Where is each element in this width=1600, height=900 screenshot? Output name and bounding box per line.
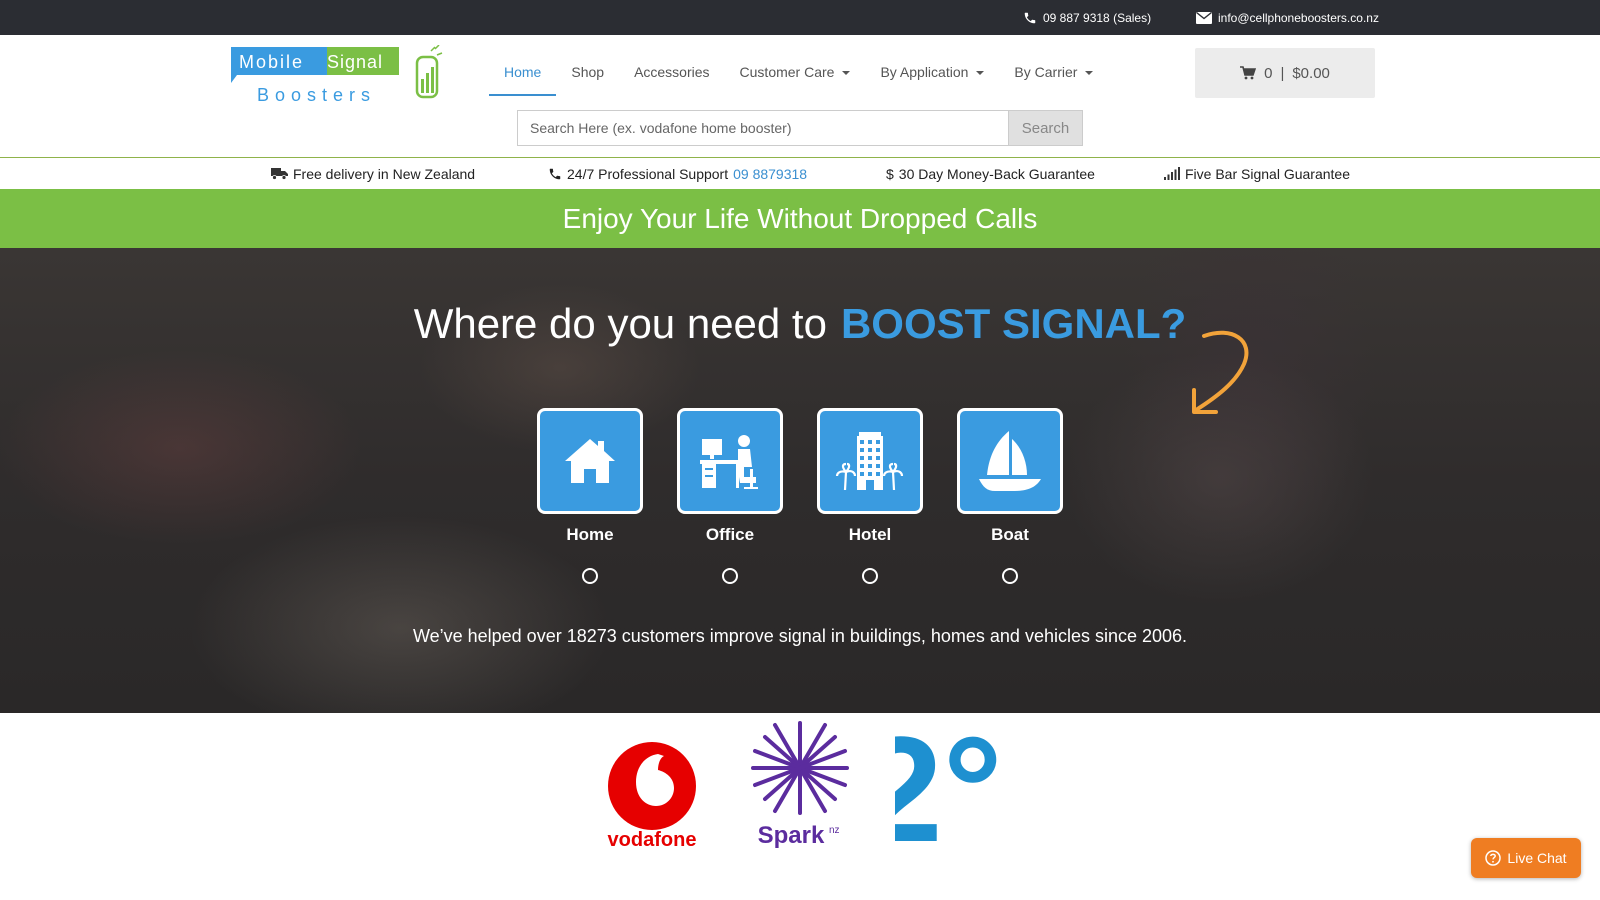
site-header: Mobile Signal Boosters Home Shop Accesso… — [0, 35, 1600, 158]
application-office-label: Office — [705, 525, 755, 544]
application-home[interactable]: Home — [537, 408, 643, 584]
carrier-logos: vodafone Spark nz 2° — [0, 713, 1600, 900]
contact-email[interactable]: info@cellphoneboosters.co.nz — [1196, 0, 1379, 35]
search-input[interactable] — [517, 110, 1008, 146]
signal-bars-logo-icon — [415, 44, 443, 99]
application-boat-label: Boat — [991, 525, 1029, 544]
application-home-tile[interactable] — [537, 408, 643, 514]
nav-accessories[interactable]: Accessories — [619, 48, 724, 96]
application-hotel-radio[interactable] — [862, 568, 878, 584]
hotel-building-icon — [835, 432, 904, 491]
logo-word-mobile: Mobile — [239, 52, 304, 72]
two-degrees-wordmark: 2° — [895, 713, 1003, 853]
nav-home-label: Home — [504, 64, 542, 80]
logo-word-boosters: Boosters — [257, 85, 376, 105]
search-button[interactable]: Search — [1008, 110, 1083, 146]
delivery-truck-icon — [271, 168, 288, 180]
hero-title-text: Where do you need to — [413, 300, 827, 347]
feature-support-text: 24/7 Professional Support — [567, 165, 729, 182]
nav-accessories-label: Accessories — [634, 64, 710, 80]
nav-shop-label: Shop — [571, 64, 605, 80]
spark-nz-wordmark: nz — [829, 825, 840, 836]
sales-phone-text: 09 887 9318 (Sales) — [1043, 10, 1152, 25]
application-office-radio[interactable] — [722, 568, 738, 584]
contact-email-text: info@cellphoneboosters.co.nz — [1218, 10, 1379, 25]
cart-button[interactable]: 0 | $0.00 — [1195, 48, 1375, 98]
application-home-radio[interactable] — [582, 568, 598, 584]
feature-guarantee-text: 30 Day Money-Back Guarantee — [898, 165, 1095, 182]
nav-by-carrier-label: By Carrier — [1014, 64, 1078, 80]
search-form: Search — [517, 110, 1083, 146]
nav-by-application-label: By Application — [880, 64, 969, 80]
live-chat-button[interactable]: Live Chat — [1471, 838, 1581, 878]
sailboat-icon — [979, 431, 1041, 491]
logo-word-signal: Signal — [327, 52, 383, 72]
hero-subtitle: We’ve helped over 18273 customers improv… — [412, 626, 1188, 646]
application-hotel-label: Hotel — [848, 525, 892, 544]
support-phone-link[interactable]: 09 8879318 — [733, 166, 807, 182]
tagline-text: Enjoy Your Life Without Dropped Calls — [562, 202, 1038, 234]
two-degrees-logo[interactable]: 2° — [895, 713, 1005, 853]
caret-down-icon — [842, 71, 851, 75]
application-hotel-tile[interactable] — [817, 408, 923, 514]
top-bar: 09 887 9318 (Sales) info@cellphonebooste… — [0, 0, 1600, 35]
feature-signal: Five Bar Signal Guarantee — [1164, 158, 1350, 189]
application-selector: Home Office Hotel Boat — [537, 408, 1065, 608]
application-boat[interactable]: Boat — [957, 408, 1063, 584]
application-office-tile[interactable] — [677, 408, 783, 514]
dollar-icon: $ — [886, 165, 894, 182]
cart-separator: | — [1280, 64, 1285, 82]
nav-by-application[interactable]: By Application — [865, 48, 999, 96]
signal-bars-icon — [1164, 167, 1180, 180]
curved-arrow-icon — [1192, 330, 1249, 414]
cart-total: $0.00 — [1292, 64, 1330, 82]
shopping-cart-icon — [1240, 66, 1257, 80]
tagline-banner: Enjoy Your Life Without Dropped Calls — [0, 189, 1600, 248]
hero-section: Where do you need to BOOST SIGNAL? Home — [0, 248, 1600, 713]
vodafone-logo[interactable]: vodafone — [600, 740, 705, 850]
phone-icon — [549, 168, 561, 179]
hero-title: Where do you need to BOOST SIGNAL? — [0, 300, 1600, 348]
application-office[interactable]: Office — [677, 408, 783, 584]
feature-delivery: Free delivery in New Zealand — [271, 158, 475, 189]
caret-down-icon — [976, 71, 985, 75]
live-chat-label: Live Chat — [1507, 850, 1567, 866]
phone-icon — [1024, 12, 1036, 23]
office-desk-icon — [700, 435, 758, 489]
caret-down-icon — [1085, 71, 1094, 75]
main-nav: Home Shop Accessories Customer Care By A… — [489, 48, 1108, 96]
house-icon — [565, 439, 615, 483]
application-home-label: Home — [566, 525, 614, 544]
vodafone-wordmark: vodafone — [608, 829, 697, 850]
nav-customer-care-label: Customer Care — [739, 64, 835, 80]
application-hotel[interactable]: Hotel — [817, 408, 923, 584]
envelope-icon — [1196, 11, 1212, 24]
features-strip: Free delivery in New Zealand 24/7 Profes… — [0, 158, 1600, 189]
feature-support: 24/7 Professional Support 09 8879318 — [548, 158, 807, 189]
nav-home[interactable]: Home — [489, 48, 557, 96]
feature-guarantee: $ 30 Day Money-Back Guarantee — [886, 158, 1095, 189]
help-circle-icon — [1485, 850, 1502, 866]
hero-title-accent: BOOST SIGNAL? — [840, 300, 1187, 347]
application-boat-radio[interactable] — [1002, 568, 1018, 584]
site-logo[interactable]: Mobile Signal Boosters — [227, 44, 447, 115]
nav-customer-care[interactable]: Customer Care — [725, 48, 866, 96]
spark-logo[interactable]: Spark nz — [745, 713, 855, 853]
nav-by-carrier[interactable]: By Carrier — [999, 48, 1108, 96]
feature-delivery-text: Free delivery in New Zealand — [293, 165, 476, 182]
application-boat-tile[interactable] — [957, 408, 1063, 514]
nav-shop[interactable]: Shop — [556, 48, 619, 96]
cart-count: 0 — [1264, 64, 1273, 82]
sales-phone[interactable]: 09 887 9318 (Sales) — [1023, 0, 1151, 35]
feature-signal-text: Five Bar Signal Guarantee — [1185, 165, 1350, 182]
spark-wordmark: Spark — [758, 822, 825, 849]
